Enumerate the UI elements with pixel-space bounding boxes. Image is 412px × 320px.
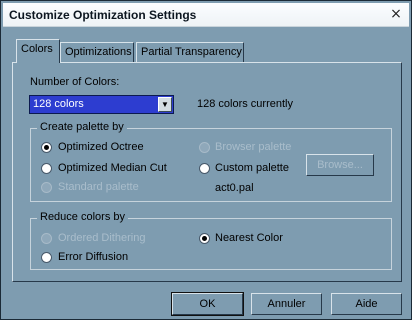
tab-label: Optimizations [65, 46, 132, 58]
help-button[interactable]: Aide [331, 293, 402, 315]
radio-browser-palette [199, 142, 210, 153]
tab-label: Partial Transparency [141, 46, 242, 58]
ok-button-label: OK [199, 298, 216, 310]
optimized-octree-label[interactable]: Optimized Octree [58, 141, 144, 153]
tab-partial-transparency[interactable]: Partial Transparency [136, 42, 244, 62]
radio-standard-palette [41, 182, 52, 193]
nearest-color-label[interactable]: Nearest Color [215, 232, 283, 244]
help-button-label: Aide [355, 298, 378, 310]
tab-label: Colors [21, 43, 53, 55]
window-title: Customize Optimization Settings [9, 8, 197, 22]
radio-optimized-median-cut[interactable] [41, 163, 52, 174]
group-legend: Reduce colors by [37, 211, 128, 223]
optimized-median-cut-label[interactable]: Optimized Median Cut [58, 162, 167, 174]
browse-button-label: Browse... [317, 159, 363, 171]
ordered-dithering-label: Ordered Dithering [58, 232, 146, 244]
palette-filename: act0.pal [215, 182, 254, 194]
radio-custom-palette[interactable] [199, 163, 210, 174]
colors-currently-text: 128 colors currently [197, 98, 293, 110]
chevron-down-icon[interactable]: ▼ [158, 97, 172, 112]
tab-optimizations[interactable]: Optimizations [60, 42, 134, 62]
cancel-button[interactable]: Annuler [251, 293, 322, 315]
radio-optimized-octree[interactable] [41, 142, 52, 153]
radio-nearest-color[interactable] [199, 233, 210, 244]
radio-error-diffusion[interactable] [41, 252, 52, 263]
cancel-button-label: Annuler [267, 298, 306, 310]
number-of-colors-label: Number of Colors: [30, 76, 120, 88]
radio-ordered-dithering [41, 233, 52, 244]
custom-palette-label[interactable]: Custom palette [215, 162, 289, 174]
number-of-colors-select[interactable]: 128 colors ▼ [29, 95, 174, 114]
selected-value: 128 colors [33, 98, 84, 110]
tab-colors[interactable]: Colors [16, 39, 60, 63]
ok-button[interactable]: OK [171, 292, 244, 316]
browse-button: Browse... [306, 154, 374, 176]
close-icon[interactable]: × [389, 7, 403, 21]
standard-palette-label: Standard palette [58, 181, 139, 193]
group-legend: Create palette by [37, 121, 127, 133]
error-diffusion-label[interactable]: Error Diffusion [58, 251, 128, 263]
title-bar[interactable]: Customize Optimization Settings × [3, 3, 409, 27]
browser-palette-label: Browser palette [215, 141, 292, 153]
